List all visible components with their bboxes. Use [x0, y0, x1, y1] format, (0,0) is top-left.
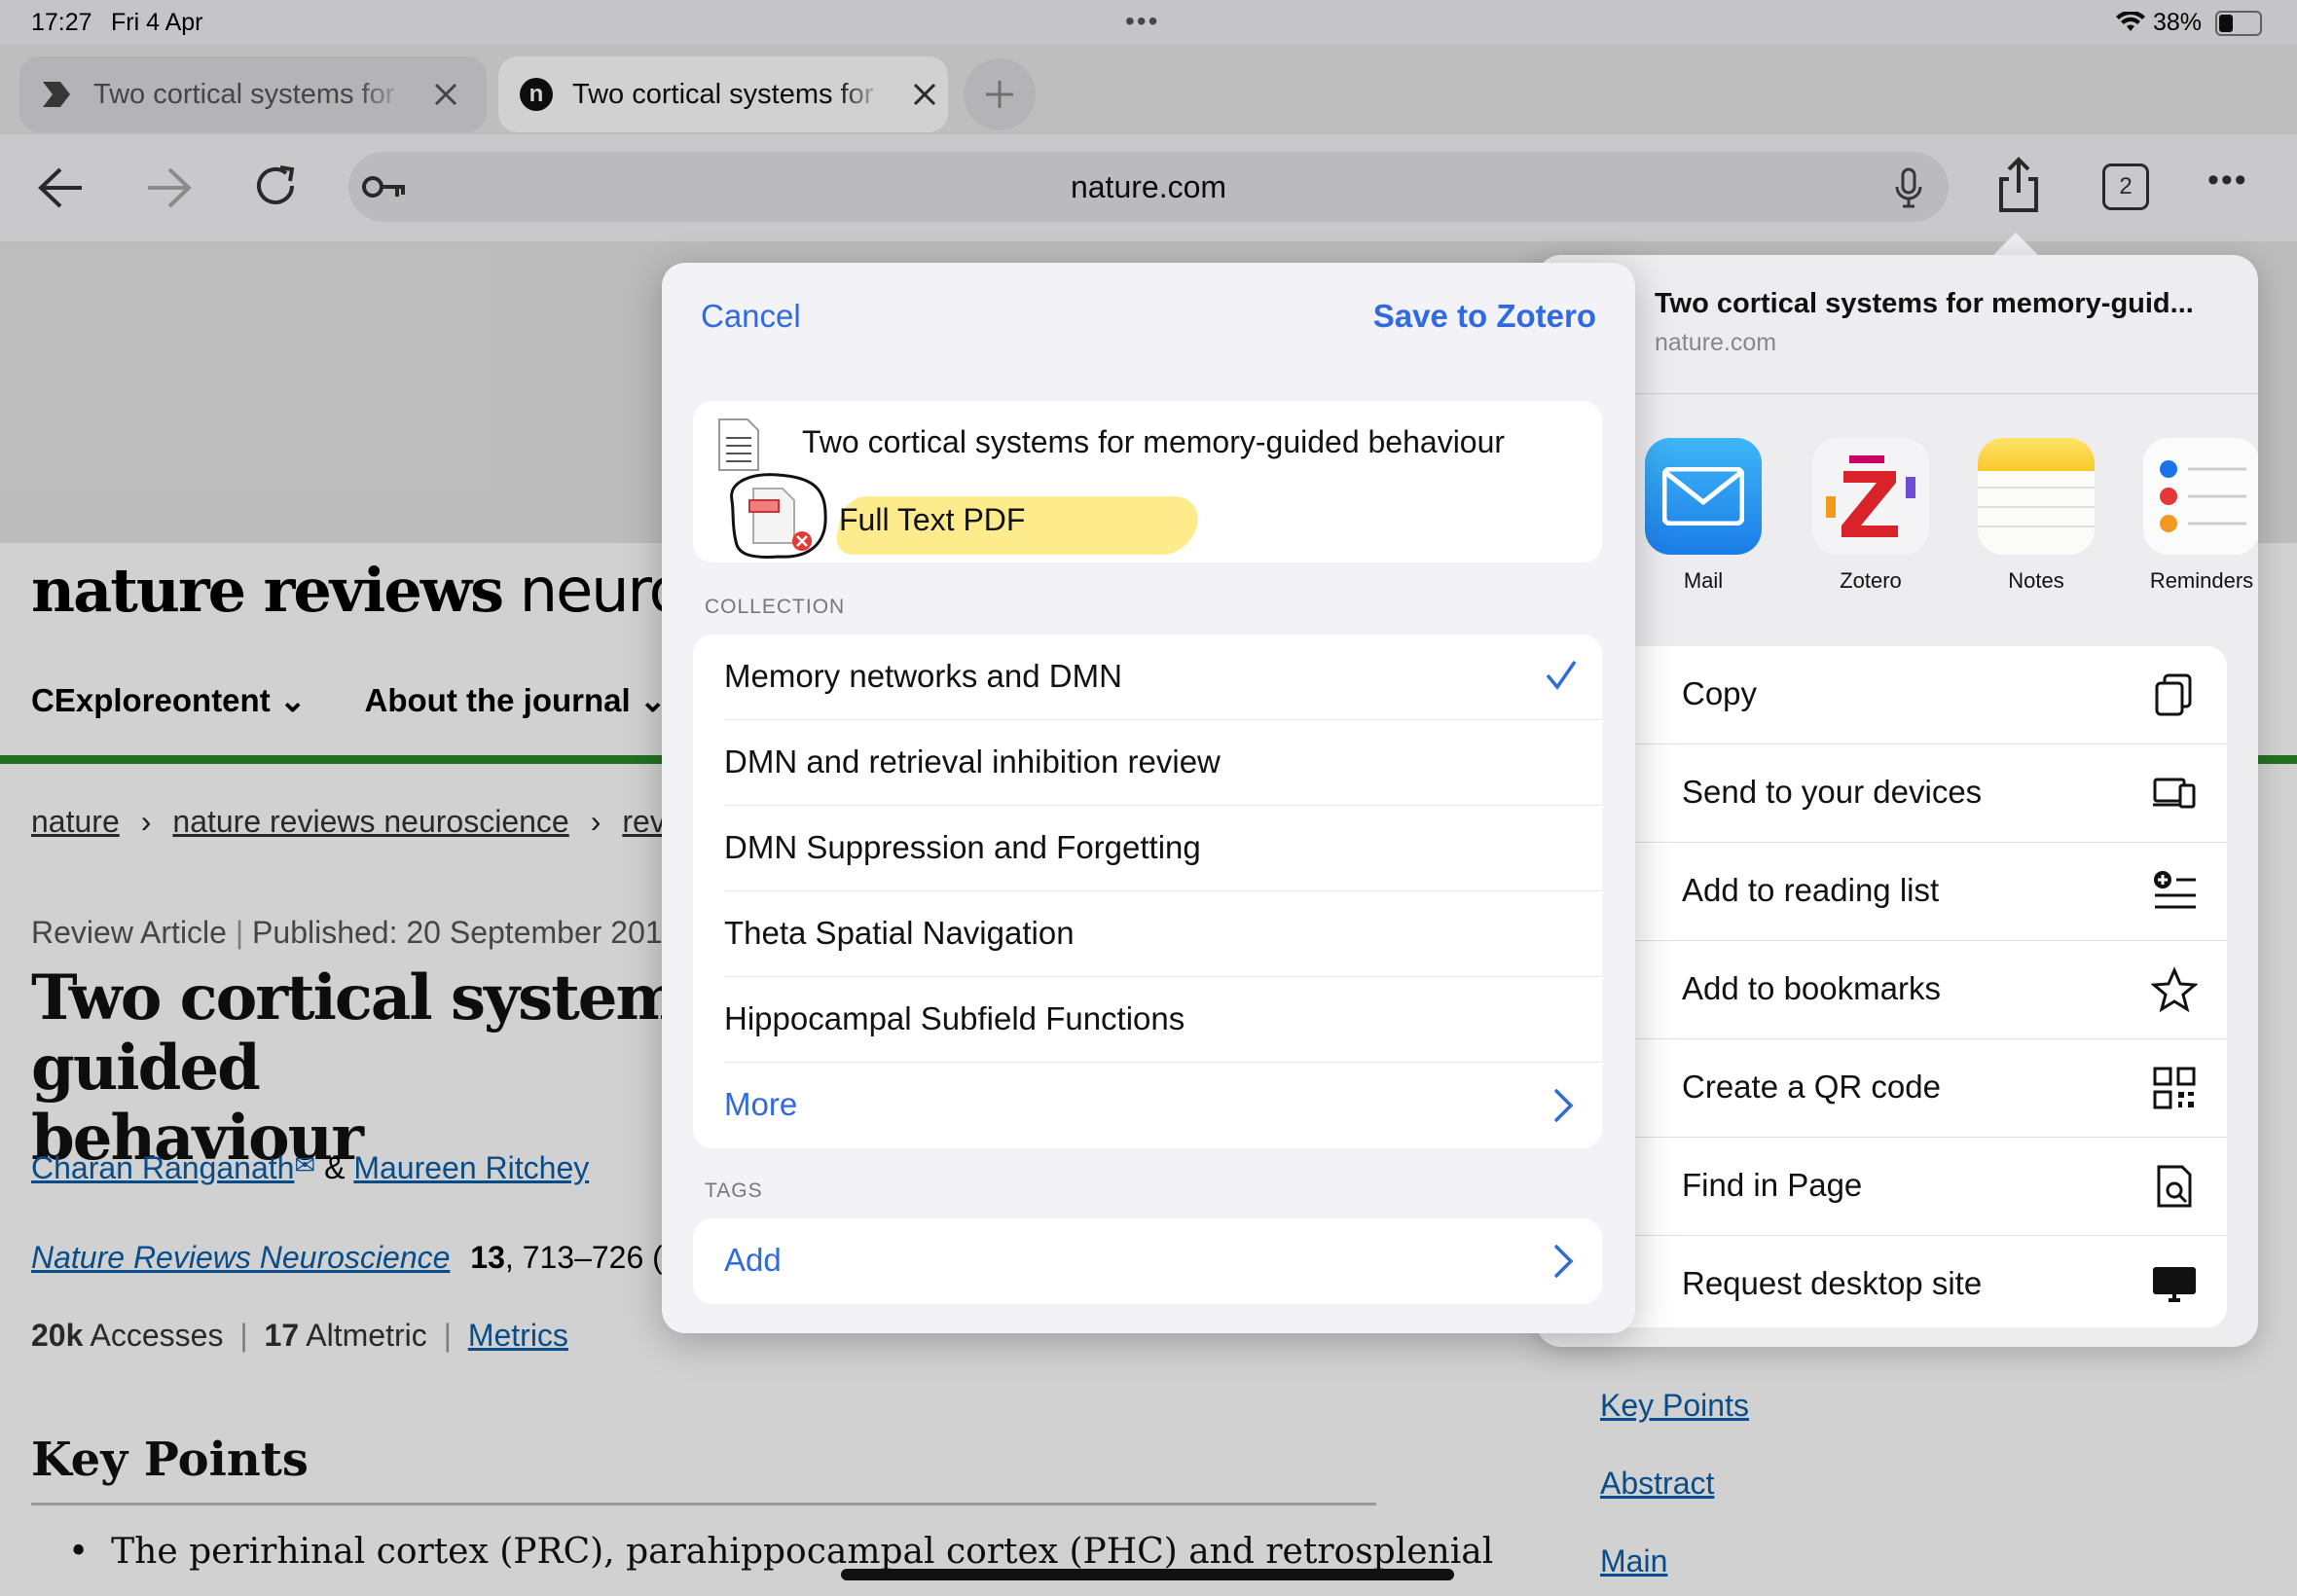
more-collections-button[interactable]: More [693, 1063, 1602, 1148]
zotero-icon [1812, 438, 1929, 555]
mail-icon [1645, 438, 1762, 555]
divider [1536, 393, 2258, 394]
desktop-icon [2153, 1267, 2196, 1302]
share-title: Two cortical systems for memory-guid... [1655, 288, 2194, 319]
item-card: Two cortical systems for memory-guided b… [693, 401, 1602, 562]
collection-list: Memory networks and DMN DMN and retrieva… [693, 635, 1602, 1148]
attachment-title: Full Text PDF [839, 502, 1026, 537]
zotero-save-dialog: Cancel Save to Zotero Two cortical syste… [662, 263, 1635, 1333]
share-app-reminders[interactable]: Reminders [2143, 438, 2258, 594]
reminders-icon [2143, 438, 2258, 555]
save-to-zotero-button[interactable]: Save to Zotero [1373, 298, 1596, 335]
cancel-button[interactable]: Cancel [701, 298, 801, 335]
action-reading-list[interactable]: Add to reading list [1594, 843, 2227, 941]
action-qr-code[interactable]: Create a QR code [1594, 1039, 2227, 1138]
collection-row[interactable]: Memory networks and DMN [693, 635, 1602, 720]
action-send-devices[interactable]: Send to your devices [1594, 744, 2227, 843]
copy-icon [2155, 673, 2192, 716]
collection-row[interactable]: DMN and retrieval inhibition review [693, 720, 1602, 806]
document-icon [718, 418, 759, 471]
find-in-page-icon [2157, 1165, 2192, 1208]
action-desktop-site[interactable]: Request desktop site [1594, 1236, 2227, 1327]
share-actions-list: Copy Send to your devices Add to reading… [1594, 646, 2227, 1327]
chevron-right-icon [1553, 1088, 1574, 1123]
action-bookmarks[interactable]: Add to bookmarks [1594, 941, 2227, 1039]
devices-icon [2153, 778, 2196, 809]
share-subtitle: nature.com [1655, 329, 1777, 356]
tags-card: Add [693, 1218, 1602, 1304]
chevron-right-icon [1553, 1244, 1574, 1279]
home-indicator[interactable] [841, 1569, 1454, 1580]
tags-label: TAGS [705, 1179, 763, 1202]
collection-row[interactable]: Hippocampal Subfield Functions [693, 977, 1602, 1063]
checkmark-icon [1546, 661, 1577, 690]
item-title: Two cortical systems for memory-guided b… [802, 424, 1506, 459]
qr-code-icon [2153, 1067, 2196, 1109]
pdf-error-icon [730, 473, 827, 559]
collection-row[interactable]: DMN Suppression and Forgetting [693, 806, 1602, 891]
reading-list-icon [2154, 871, 2196, 909]
add-tag-button[interactable]: Add [693, 1218, 1602, 1304]
collection-row[interactable]: Theta Spatial Navigation [693, 891, 1602, 977]
action-find-in-page[interactable]: Find in Page [1594, 1138, 2227, 1236]
action-copy[interactable]: Copy [1594, 646, 2227, 744]
share-app-notes[interactable]: Notes [1978, 438, 2095, 594]
share-app-mail[interactable]: Mail [1645, 438, 1762, 594]
share-app-zotero[interactable]: Zotero [1812, 438, 1929, 594]
star-icon [2151, 966, 2198, 1013]
collection-label: COLLECTION [705, 596, 846, 618]
notes-icon [1978, 438, 2095, 555]
share-sheet: Two cortical systems for memory-guid... … [1536, 255, 2258, 1347]
